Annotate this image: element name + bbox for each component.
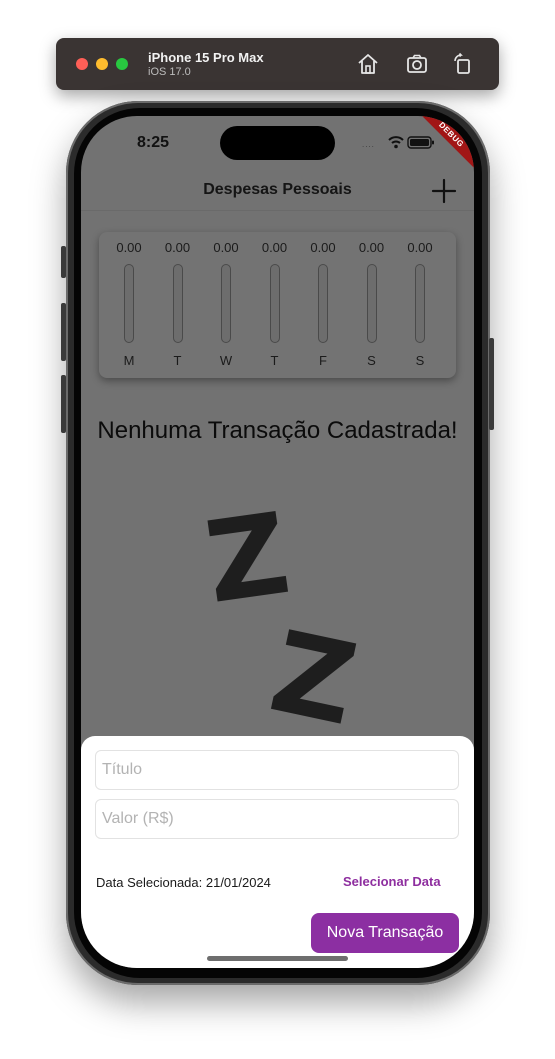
rotate-icon[interactable] xyxy=(451,52,475,76)
os-version: iOS 17.0 xyxy=(148,66,191,78)
chart-bar-value: 0.00 xyxy=(261,240,288,255)
sleep-z-large: Z xyxy=(198,488,297,630)
chart-bar-track xyxy=(124,264,134,343)
add-icon[interactable] xyxy=(431,178,457,204)
dynamic-island xyxy=(220,126,335,160)
minimize-window-button[interactable] xyxy=(96,58,108,70)
chart-bar-value: 0.00 xyxy=(358,240,385,255)
close-window-button[interactable] xyxy=(76,58,88,70)
chart-bar: 0.00 S xyxy=(400,232,440,378)
title-input[interactable] xyxy=(95,750,459,790)
home-icon[interactable] xyxy=(356,52,380,76)
volume-up-button[interactable] xyxy=(61,303,66,361)
phone-screen: 8:25 .... DEBUG Despesas Pessoais 0.00 M 0… xyxy=(81,116,474,968)
status-time: 8:25 xyxy=(137,134,170,151)
chart-bar: 0.00 F xyxy=(303,232,343,378)
chart-bar: 0.00 M xyxy=(109,232,149,378)
home-indicator[interactable] xyxy=(207,956,348,961)
chart-day-label: M xyxy=(123,353,135,368)
select-date-button[interactable]: Selecionar Data xyxy=(343,874,441,889)
chart-day-label: W xyxy=(219,353,233,368)
action-button[interactable] xyxy=(61,246,66,278)
chart-bar-value: 0.00 xyxy=(310,240,336,255)
wifi-icon xyxy=(388,136,404,149)
signal-indicator: .... xyxy=(362,140,375,149)
transaction-form-sheet: Data Selecionada: 21/01/2024 Selecionar … xyxy=(81,736,474,968)
chart-day-label: F xyxy=(319,353,327,368)
chart-day-label: S xyxy=(415,353,425,368)
volume-down-button[interactable] xyxy=(61,375,66,433)
app-title: Despesas Pessoais xyxy=(203,181,352,198)
app-bar: Despesas Pessoais xyxy=(81,166,474,211)
device-name: iPhone 15 Pro Max xyxy=(148,50,264,65)
chart-day-label: T xyxy=(270,353,279,368)
chart-bar-track xyxy=(269,264,280,343)
status-icons xyxy=(388,136,434,149)
chart-bar-value: 0.00 xyxy=(407,240,433,255)
chart-day-label: T xyxy=(173,353,182,368)
chart-bar-track xyxy=(366,264,377,343)
battery-icon xyxy=(407,136,434,149)
selected-date-label: Data Selecionada: 21/01/2024 xyxy=(96,875,271,890)
chart-bar-track xyxy=(318,264,328,343)
chart-bar-track xyxy=(415,264,425,343)
chart-bar-track xyxy=(172,264,183,343)
chart-bar-value: 0.00 xyxy=(164,240,191,255)
chart-day-label: S xyxy=(367,353,376,368)
simulator-title-bar: iPhone 15 Pro Max iOS 17.0 xyxy=(56,38,499,90)
chart-bar: 0.00 S xyxy=(352,232,392,378)
value-input[interactable] xyxy=(95,799,459,839)
chart-bar: 0.00 T xyxy=(255,232,295,378)
chart-bar: 0.00 W xyxy=(206,232,246,378)
empty-state-message: Nenhuma Transação Cadastrada! xyxy=(97,417,458,444)
screenshot-icon[interactable] xyxy=(405,52,429,76)
chart-bar-track xyxy=(221,264,231,343)
chart-bar: 0.00 T xyxy=(158,232,198,378)
weekly-chart: 0.00 M 0.00 T 0.00 W 0.00 T 0.00 F 0.00 S 0.00 S xyxy=(99,232,456,378)
power-button[interactable] xyxy=(489,338,494,430)
chart-bar-value: 0.00 xyxy=(213,240,239,255)
sleep-z-small: Z xyxy=(260,606,367,752)
chart-bar-value: 0.00 xyxy=(116,240,142,255)
new-transaction-button[interactable]: Nova Transação xyxy=(311,913,459,953)
zoom-window-button[interactable] xyxy=(116,58,128,70)
